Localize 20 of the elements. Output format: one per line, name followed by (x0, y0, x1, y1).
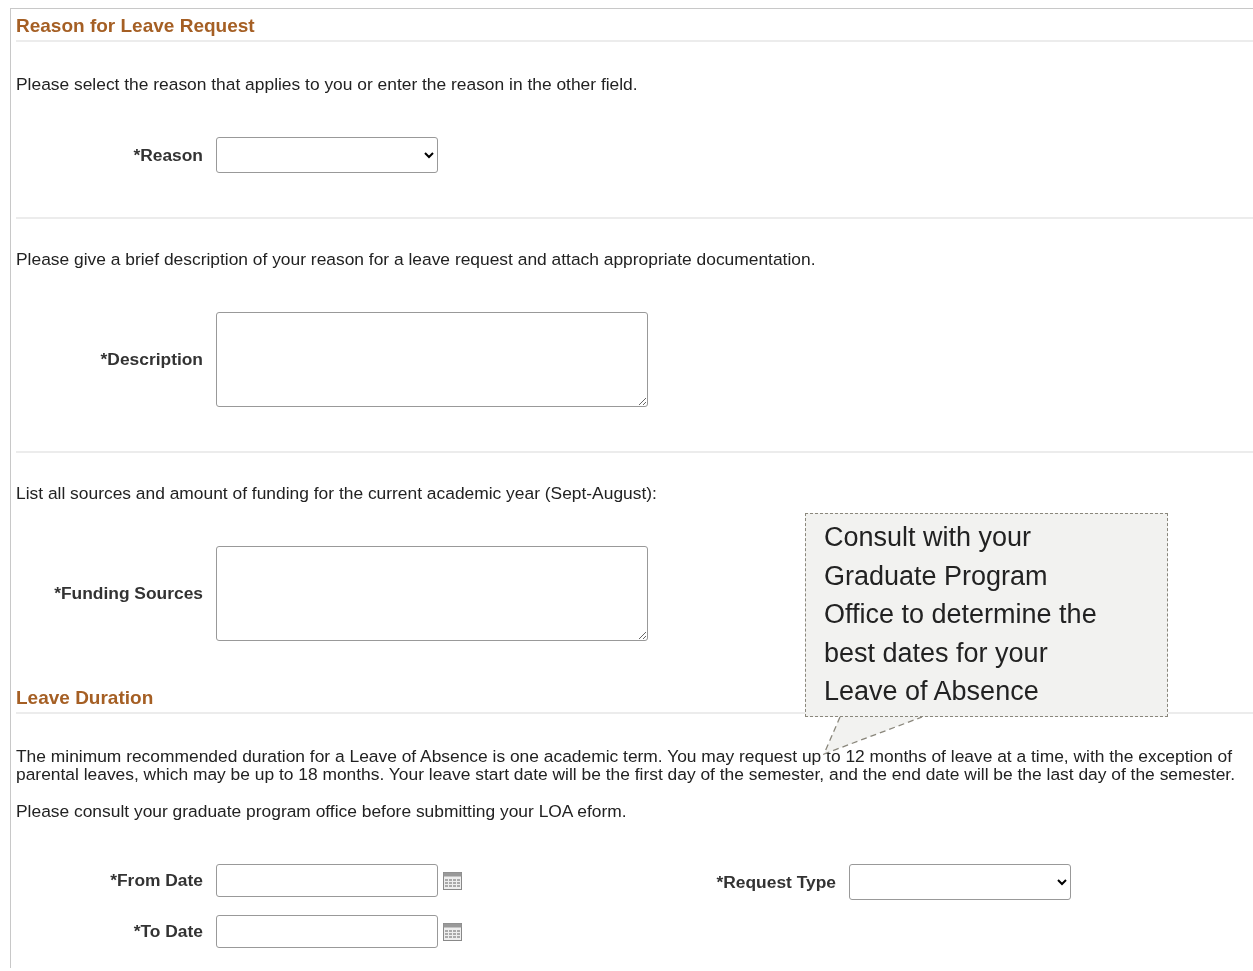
dropdown-field[interactable] (216, 137, 438, 173)
field-label: *From Date (109, 870, 204, 891)
date-field[interactable] (216, 864, 438, 897)
field-label: *To Date (132, 921, 204, 942)
instruction-text: Please consult your graduate program office before submitting your LOA eform. (16, 802, 628, 820)
section-heading: Reason for Leave Request (16, 15, 1253, 42)
calendar-icon[interactable] (443, 871, 462, 890)
instruction-text: List all sources and amount of funding for the current academic year (Sept-August): (16, 484, 658, 502)
text-area[interactable] (216, 312, 648, 407)
dropdown-field[interactable] (849, 864, 1071, 900)
calendar-icon[interactable] (443, 922, 462, 941)
field-label: *Funding Sources (53, 583, 204, 604)
field-label: *Request Type (715, 871, 837, 893)
field-label: *Description (99, 349, 204, 370)
field-label: *Reason (132, 144, 204, 166)
instruction-text: Please select the reason that applies to you or enter the reason in the other field. (16, 75, 639, 93)
text-area[interactable] (216, 546, 648, 641)
instruction-text: Please give a brief description of your reason for a leave request and attach appropriate documentation. (16, 250, 817, 268)
date-field[interactable] (216, 915, 438, 948)
instruction-text: The minimum recommended duration for a Leave of Absence is one academic term. You may request up to 12 months of leave at a time, with the exception of parental leaves, which may be up to 18 months. Your leave start date will be the first day of the semester, and the end date will be the last day of the semester. (16, 747, 1236, 783)
